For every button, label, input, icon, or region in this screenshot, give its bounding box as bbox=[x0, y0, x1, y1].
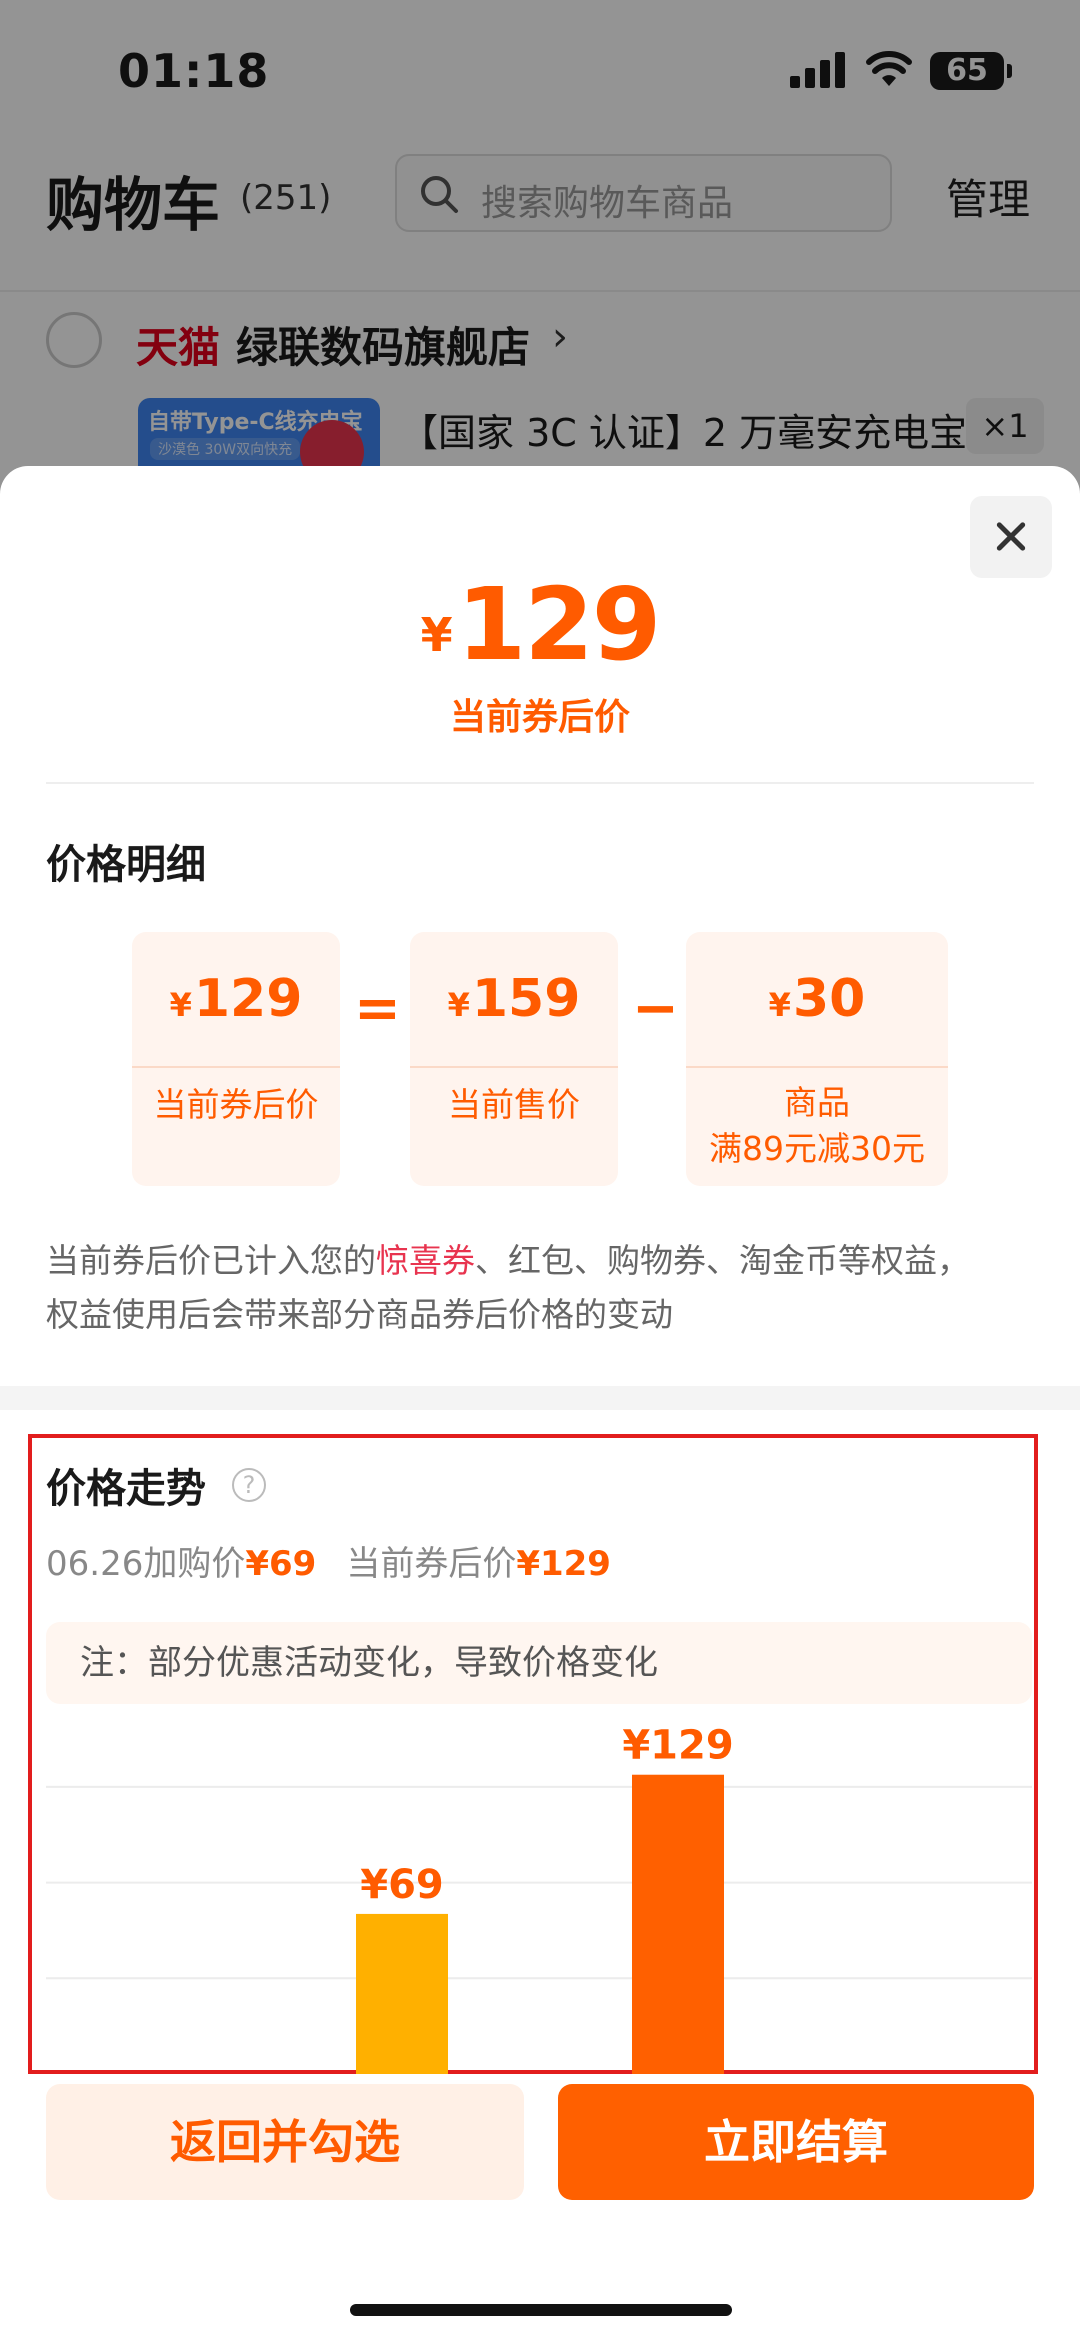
divider bbox=[46, 782, 1034, 784]
card-currency: ¥ bbox=[768, 986, 791, 1024]
checkout-button[interactable]: 立即结算 bbox=[558, 2084, 1034, 2200]
hero-price: ¥129 bbox=[0, 566, 1080, 683]
minus-sign: − bbox=[632, 976, 679, 1041]
card-currency: ¥ bbox=[169, 986, 192, 1024]
price-trend-title: 价格走势 bbox=[46, 1466, 206, 1512]
chart-bar bbox=[632, 1774, 724, 2074]
discount-card: ¥30 商品 满89元减30元 bbox=[686, 932, 948, 1186]
card-label: 商品 满89元减30元 bbox=[686, 1080, 948, 1172]
note-text-end: 、红包、购物券、淘金币等权益， bbox=[475, 1241, 970, 1280]
card-price: ¥129 bbox=[132, 932, 340, 1066]
note-text-start: 当前券后价已计入您的 bbox=[46, 1241, 376, 1280]
card-divider bbox=[686, 1066, 948, 1068]
coupon-price-card: ¥129 当前券后价 bbox=[132, 932, 340, 1186]
card-price: ¥159 bbox=[410, 932, 618, 1066]
home-indicator[interactable] bbox=[350, 2304, 732, 2316]
help-icon[interactable]: ? bbox=[232, 1468, 266, 1502]
added-price-value: ¥69 bbox=[245, 1544, 317, 1584]
trend-summary: 06.26加购价¥69 当前券后价¥129 bbox=[46, 1536, 611, 1585]
card-label-line1: 商品 bbox=[784, 1083, 850, 1122]
back-and-select-button[interactable]: 返回并勾选 bbox=[46, 2084, 524, 2200]
card-price-value: 30 bbox=[792, 969, 866, 1029]
surprise-coupon-link[interactable]: 惊喜券 bbox=[376, 1241, 475, 1280]
trend-note: 注：部分优惠活动变化，导致价格变化 bbox=[46, 1622, 1032, 1704]
card-label: 当前券后价 bbox=[153, 1085, 319, 1124]
current-price-label: 当前券后价 bbox=[346, 1544, 517, 1584]
hero-price-value: 129 bbox=[456, 566, 662, 683]
card-price-value: 159 bbox=[471, 969, 581, 1029]
price-trend-chart: ¥69 ¥129 bbox=[46, 1723, 1032, 2074]
card-label: 当前售价 bbox=[448, 1085, 580, 1124]
hero-price-label: 当前券后价 bbox=[449, 697, 630, 738]
equals-sign: = bbox=[354, 976, 401, 1041]
card-divider bbox=[410, 1066, 618, 1068]
chart-data-label: ¥69 bbox=[360, 1862, 444, 1908]
card-currency: ¥ bbox=[447, 986, 470, 1024]
price-note: 当前券后价已计入您的惊喜券、红包、购物券、淘金币等权益， 权益使用后会带来部分商… bbox=[46, 1234, 1046, 1342]
sale-price-card: ¥159 当前售价 bbox=[410, 932, 618, 1186]
hero-currency: ¥ bbox=[420, 608, 453, 662]
card-label-line2: 满89元减30元 bbox=[709, 1129, 925, 1168]
chart-bar bbox=[356, 1913, 448, 2074]
card-divider bbox=[132, 1066, 340, 1068]
section-separator bbox=[0, 1386, 1080, 1410]
price-detail-title: 价格明细 bbox=[46, 842, 206, 888]
note-text-line2: 权益使用后会带来部分商品券后价格的变动 bbox=[46, 1295, 673, 1334]
added-price-label: 06.26加购价 bbox=[46, 1544, 246, 1584]
current-price-value: ¥129 bbox=[516, 1544, 611, 1584]
card-price: ¥30 bbox=[686, 932, 948, 1066]
chart-data-label: ¥129 bbox=[622, 1723, 733, 1769]
card-price-value: 129 bbox=[193, 969, 303, 1029]
price-detail-sheet: ¥129 当前券后价 价格明细 ¥129 当前券后价 = ¥159 当前售价 −… bbox=[0, 466, 1080, 2337]
